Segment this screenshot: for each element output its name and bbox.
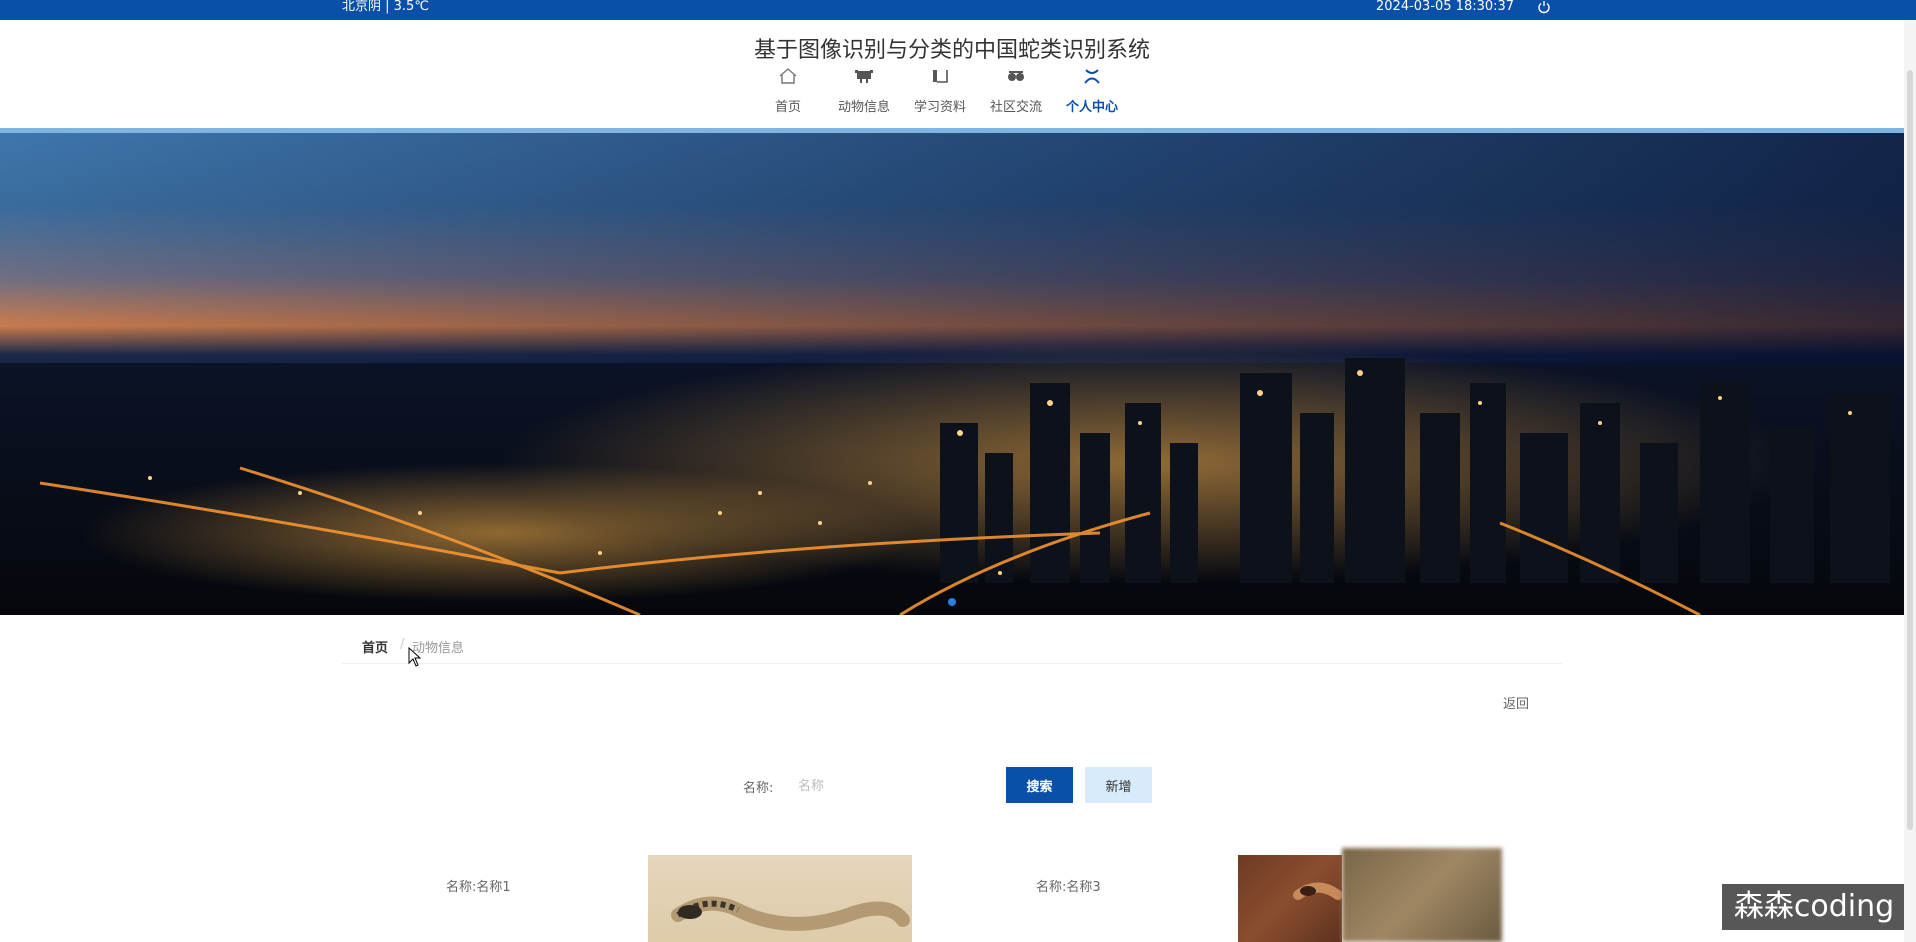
book-icon (933, 70, 948, 83)
search-name-input[interactable] (796, 768, 1000, 804)
nav-label-study: 学习资料 (913, 100, 966, 115)
site-header: 基于图像识别与分类的中国蛇类识别系统 首页 动物信息 学习资料 社区交流 个人中… (0, 20, 1904, 128)
nav-item-community[interactable]: 社区交流 (978, 66, 1054, 128)
search-name-label: 名称: (743, 781, 774, 796)
power-icon[interactable] (1537, 0, 1551, 14)
nav-item-profile[interactable]: 个人中心 (1054, 66, 1130, 128)
site-title: 基于图像识别与分类的中国蛇类识别系统 (753, 38, 1150, 63)
nav-label-profile: 个人中心 (1065, 100, 1118, 115)
top-bar: 北京阴 | 3.5℃ 2024-03-05 18:30:37 (0, 0, 1916, 20)
breadcrumb-home[interactable]: 首页 (362, 637, 388, 656)
snake-image-1[interactable] (648, 855, 912, 942)
nav-item-animal-info[interactable]: 动物信息 (826, 66, 902, 128)
page: 北京阴 | 3.5℃ 2024-03-05 18:30:37 基于图像识别与分类… (0, 0, 1916, 942)
snake-illustration (671, 896, 910, 931)
nav-item-home[interactable]: 首页 (750, 66, 826, 128)
mouse-cursor-icon (408, 647, 422, 667)
scrollbar-thumb[interactable] (1907, 70, 1913, 830)
carousel-indicator-dot[interactable] (948, 598, 956, 606)
snake-illustration (1293, 882, 1342, 900)
add-button[interactable]: 新增 (1085, 767, 1152, 803)
nav-item-study[interactable]: 学习资料 (902, 66, 978, 128)
snake-image-3[interactable] (1238, 855, 1342, 942)
main-nav: 首页 动物信息 学习资料 社区交流 个人中心 (750, 66, 1150, 128)
home-icon (779, 68, 797, 84)
breadcrumb: 首页 / 动物信息 (342, 627, 1562, 664)
animal-icon (855, 70, 873, 83)
blurred-overlay (1342, 848, 1502, 942)
nav-label-home: 首页 (774, 100, 801, 115)
nav-label-animal-info: 动物信息 (837, 100, 890, 115)
breadcrumb-separator: / (400, 637, 405, 652)
weather-text: 北京阴 | 3.5℃ (342, 0, 429, 14)
list-item-name: 名称:名称1 (446, 880, 511, 895)
list-item-name: 名称:名称3 (1036, 880, 1101, 895)
watermark: 森森coding (1722, 884, 1906, 930)
city-skyline-illustration (0, 343, 1904, 615)
search-button[interactable]: 搜索 (1006, 767, 1073, 803)
nav-label-community: 社区交流 (989, 100, 1042, 115)
user-icon (1084, 69, 1100, 84)
hero-banner-image (0, 133, 1904, 615)
datetime-text: 2024-03-05 18:30:37 (1376, 0, 1515, 14)
chat-icon (1008, 71, 1024, 81)
back-link[interactable]: 返回 (1503, 693, 1529, 712)
